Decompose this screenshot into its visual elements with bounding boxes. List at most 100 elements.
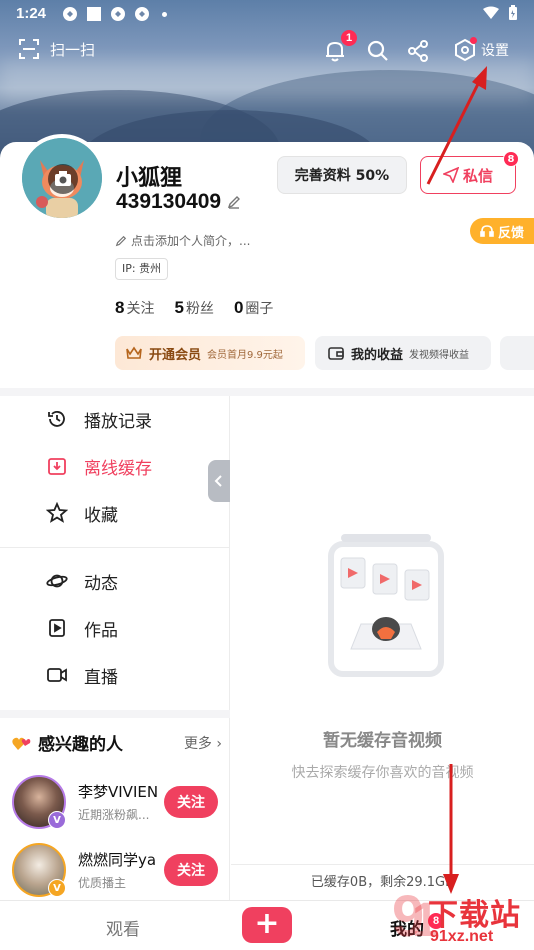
search-icon <box>367 40 388 61</box>
stat-circles[interactable]: 0 圈子 <box>234 298 273 318</box>
tab-watch[interactable]: 观看 <box>106 915 140 940</box>
status-notification-icons <box>62 6 167 22</box>
stat-followers[interactable]: 5 粉丝 <box>174 298 213 318</box>
scan-label: 扫一扫 <box>50 40 96 59</box>
scan-icon <box>19 39 39 59</box>
app-notification-icon <box>135 7 149 21</box>
more-services-card[interactable] <box>500 336 534 370</box>
profile-intro[interactable]: 点击添加个人简介，... <box>115 232 250 249</box>
plus-icon: + <box>254 906 280 941</box>
planet-icon <box>46 574 68 588</box>
profile-stats: 8 关注 5 粉丝 0 圈子 <box>115 298 273 318</box>
menu-item-works[interactable]: 作品 <box>46 613 118 643</box>
camera-icon[interactable] <box>48 164 78 194</box>
private-message-label: 私信 <box>462 166 493 185</box>
wifi-icon <box>483 6 499 19</box>
menu-label: 作品 <box>84 620 118 641</box>
wallet-icon <box>328 347 344 360</box>
history-icon <box>48 411 65 427</box>
square-notification-icon <box>87 7 101 21</box>
avatar[interactable]: V <box>12 843 66 897</box>
live-camera-icon <box>47 668 67 682</box>
feedback-button[interactable]: 反馈 <box>469 218 534 244</box>
follow-button[interactable]: 关注 <box>164 786 218 818</box>
menu-item-offline-cache[interactable]: 离线缓存 <box>46 451 152 481</box>
interests-more-link[interactable]: 更多 › <box>184 733 222 753</box>
stat-count: 5 <box>174 298 184 317</box>
intro-text: 点击添加个人简介，... <box>131 234 251 248</box>
notification-badge: 1 <box>341 30 357 46</box>
stat-count: 8 <box>115 298 125 317</box>
star-icon <box>46 502 68 523</box>
offline-cache-panel: 暂无缓存音视频 快去探索缓存你喜欢的音视频 已缓存0B，剩余29.1GB <box>231 396 534 901</box>
search-button[interactable] <box>365 38 391 64</box>
chevron-left-icon <box>214 475 222 487</box>
hearts-icon <box>12 737 31 750</box>
settings-red-dot <box>470 37 477 44</box>
avatar[interactable] <box>18 134 106 222</box>
more-notifications-dot-icon <box>162 11 167 17</box>
share-icon <box>408 40 428 62</box>
app-notification-icon <box>63 7 77 21</box>
empty-cache-illustration-icon <box>328 534 444 677</box>
profile-card: 小狐狸 439130409 完善资料 50% 私信 8 反馈 点击添加个人简介，… <box>0 134 534 390</box>
suggested-user[interactable]: V 燃燃同学ya 优质播主 关注 <box>12 842 222 898</box>
menu-separator <box>0 547 230 548</box>
create-post-button[interactable]: + <box>242 907 292 943</box>
battery-icon <box>509 5 517 20</box>
headset-icon <box>480 225 494 237</box>
suggested-user[interactable]: V 李梦VIVIEN 近期涨粉飙... 关注 <box>12 774 222 830</box>
message-badge: 8 <box>503 151 519 167</box>
watermark-url: 91xz.net <box>430 928 494 945</box>
status-time: 1:24 <box>16 5 47 22</box>
interests-title: 感兴趣的人 <box>12 730 123 755</box>
edit-pencil-icon <box>228 196 241 209</box>
stat-label: 关注 <box>126 301 155 317</box>
collapse-panel-handle[interactable] <box>208 460 230 502</box>
vip-title: 开通会员 <box>149 347 202 363</box>
complete-profile-button[interactable]: 完善资料 50% <box>277 156 407 194</box>
side-menu: 播放记录 离线缓存 收藏 动态 作品 直播 感兴趣的人 更多 › V 李梦VIV… <box>0 396 230 901</box>
download-icon <box>48 458 66 475</box>
user-description: 优质播主 <box>78 876 127 890</box>
section-divider <box>0 388 534 396</box>
verified-v-icon: V <box>48 811 66 829</box>
follow-button[interactable]: 关注 <box>164 854 218 886</box>
ip-location-tag: IP: 贵州 <box>115 258 169 280</box>
settings-label: 设置 <box>481 43 509 59</box>
send-plane-icon <box>442 167 459 183</box>
user-name: 李梦VIVIEN <box>78 783 159 801</box>
verified-v-icon: V <box>48 879 66 897</box>
notifications-button[interactable]: 1 <box>322 30 357 64</box>
chevron-right-icon: › <box>216 735 222 752</box>
menu-item-history[interactable]: 播放记录 <box>46 404 152 434</box>
vip-membership-card[interactable]: 开通会员 会员首月9.9元起 <box>115 336 305 370</box>
user-description: 近期涨粉飙... <box>78 808 150 822</box>
menu-label: 直播 <box>84 667 118 688</box>
menu-item-live[interactable]: 直播 <box>46 660 118 690</box>
empty-state-title: 暂无缓存音视频 <box>323 731 442 751</box>
share-button[interactable] <box>405 38 431 64</box>
menu-item-moments[interactable]: 动态 <box>46 566 118 596</box>
income-subtitle: 发视频得收益 <box>409 349 470 361</box>
my-income-card[interactable]: 我的收益 发视频得收益 <box>315 336 491 370</box>
camera-glyph-icon <box>55 171 71 186</box>
avatar[interactable]: V <box>12 775 66 829</box>
works-icon <box>49 619 65 637</box>
empty-state-subtitle: 快去探索缓存你喜欢的音视频 <box>291 765 474 781</box>
scan-button[interactable]: 扫一扫 <box>18 38 95 60</box>
crown-icon <box>126 346 142 359</box>
edit-pencil-icon <box>115 235 127 246</box>
app-notification-icon <box>111 7 125 21</box>
status-right <box>482 5 518 21</box>
status-bar: 1:24 <box>0 0 534 28</box>
menu-item-favorites[interactable]: 收藏 <box>46 498 118 528</box>
stat-following[interactable]: 8 关注 <box>115 298 154 318</box>
profile-uid[interactable]: 439130409 <box>116 190 241 214</box>
stat-label: 粉丝 <box>185 301 214 317</box>
settings-button[interactable]: 设置 <box>453 37 509 62</box>
interests-more-label: 更多 <box>183 735 212 752</box>
private-message-button[interactable]: 私信 8 <box>420 151 519 194</box>
feedback-label: 反馈 <box>497 225 524 241</box>
uid-value: 439130409 <box>116 190 222 213</box>
